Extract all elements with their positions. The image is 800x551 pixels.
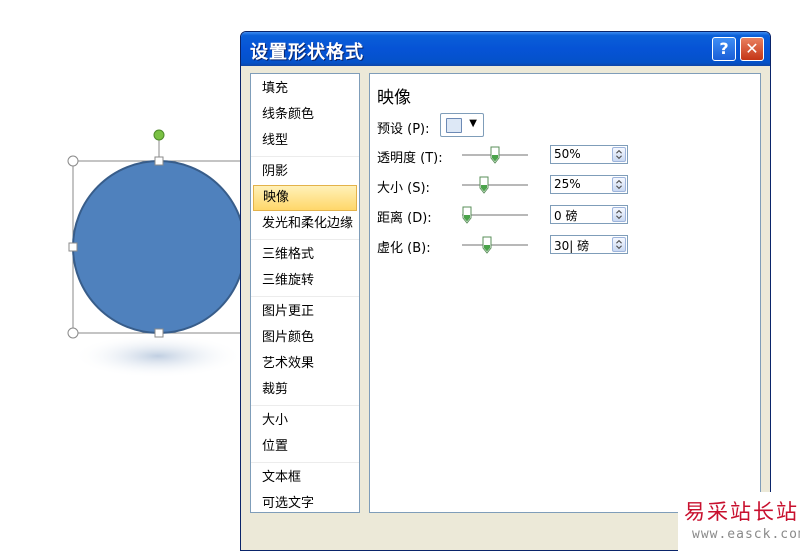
category-item[interactable]: 裁剪 (253, 377, 357, 403)
setting-slider[interactable] (462, 235, 528, 255)
setting-slider[interactable] (462, 205, 528, 225)
watermark-url: www.easck.com (692, 527, 800, 542)
watermark-text: 易采站长站 (684, 500, 799, 524)
circle-shape (72, 160, 246, 334)
slider-thumb-icon[interactable] (479, 176, 489, 194)
category-group: 大小 位置 (251, 406, 359, 463)
category-item[interactable]: 映像 (253, 185, 357, 211)
category-item[interactable]: 图片更正 (253, 299, 357, 325)
setting-spinbox[interactable]: 25% (550, 175, 628, 194)
setting-spinbox[interactable]: 0 磅 (550, 205, 628, 224)
slider-track (462, 244, 528, 247)
spin-arrows-icon[interactable] (612, 237, 626, 252)
setting-label: 大小 (S): (377, 181, 430, 196)
slider-thumb-icon[interactable] (462, 206, 472, 224)
slider-thumb-icon[interactable] (490, 146, 500, 164)
setting-spinbox[interactable]: 50% (550, 145, 628, 164)
setting-slider[interactable] (462, 145, 528, 165)
category-item[interactable]: 线条颜色 (253, 102, 357, 128)
category-group: 阴影 映像 发光和柔化边缘 (251, 157, 359, 240)
spin-arrows-icon[interactable] (612, 177, 626, 192)
setting-slider[interactable] (462, 175, 528, 195)
site-watermark: 易采站长站 www.easck.com (678, 492, 800, 551)
category-group: 图片更正 图片颜色 艺术效果 裁剪 (251, 297, 359, 406)
spin-arrows-icon[interactable] (612, 147, 626, 162)
category-item[interactable]: 填充 (253, 76, 357, 102)
title-bar[interactable]: 设置形状格式 ? ✕ (241, 32, 770, 66)
category-item[interactable]: 阴影 (253, 159, 357, 185)
preset-dropdown[interactable]: ▼ (440, 113, 484, 137)
circle-shape-graphic (67, 129, 246, 378)
spinbox-value[interactable]: 0 磅 (554, 207, 577, 224)
setting-spinbox[interactable]: 30| 磅 (550, 235, 628, 254)
category-item[interactable]: 发光和柔化边缘 (253, 211, 357, 237)
spin-arrows-icon[interactable] (612, 207, 626, 222)
close-button[interactable]: ✕ (740, 37, 764, 61)
preset-label: 预设 (P): (377, 122, 430, 137)
category-item[interactable]: 文本框 (253, 465, 357, 491)
category-item[interactable]: 艺术效果 (253, 351, 357, 377)
rotation-handle (153, 129, 165, 141)
category-item[interactable]: 三维格式 (253, 242, 357, 268)
category-list: 填充 线条颜色 线型 阴影 映像 发光和柔化边缘 三维格式 三维旋转 图片更正 图片颜色 艺术效果裁… (250, 73, 360, 513)
category-item[interactable]: 线型 (253, 128, 357, 154)
category-item[interactable]: 三维旋转 (253, 268, 357, 294)
setting-label: 透明度 (T): (377, 151, 443, 166)
resize-handle-s (154, 328, 164, 338)
resize-handle-n (154, 156, 164, 166)
dropdown-arrow-icon: ▼ (469, 118, 477, 129)
category-item[interactable]: 位置 (253, 434, 357, 460)
slider-track (462, 184, 528, 187)
shape-reflection (73, 334, 243, 378)
category-group: 文本框 可选文字 (251, 463, 359, 519)
reflection-pane: 映像 预设 (P): ▼ 透明度 (T): 50% 大小 (S): 25% 距离 (D)… (369, 73, 761, 513)
resize-handle-nw (67, 155, 79, 167)
selected-shape[interactable] (60, 120, 260, 400)
pane-title: 映像 (377, 88, 411, 108)
category-group: 填充 线条颜色 线型 (251, 74, 359, 157)
spinbox-value[interactable]: 25% (554, 177, 581, 191)
dialog-client: 填充 线条颜色 线型 阴影 映像 发光和柔化边缘 三维格式 三维旋转 图片更正 图片颜色 艺术效果裁… (245, 66, 766, 550)
format-shape-dialog: 设置形状格式 ? ✕ 填充 线条颜色 线型 阴影 映像 发光和柔化边缘 三维格式 三维旋转 图片… (240, 31, 771, 551)
slide-canvas: 设置形状格式 ? ✕ 填充 线条颜色 线型 阴影 映像 发光和柔化边缘 三维格式 三维旋转 图片… (0, 0, 800, 551)
resize-handle-sw (67, 327, 79, 339)
setting-label: 虚化 (B): (377, 241, 431, 256)
setting-label: 距离 (D): (377, 211, 432, 226)
dialog-title: 设置形状格式 (250, 42, 364, 63)
preset-swatch-icon (446, 118, 462, 133)
category-item[interactable]: 大小 (253, 408, 357, 434)
category-group: 三维格式 三维旋转 (251, 240, 359, 297)
resize-handle-w (68, 242, 78, 252)
category-item[interactable]: 图片颜色 (253, 325, 357, 351)
spinbox-value[interactable]: 50% (554, 147, 581, 161)
slider-thumb-icon[interactable] (482, 236, 492, 254)
help-button[interactable]: ? (712, 37, 736, 61)
spinbox-value[interactable]: 30| 磅 (554, 237, 589, 254)
category-item[interactable]: 可选文字 (253, 491, 357, 517)
